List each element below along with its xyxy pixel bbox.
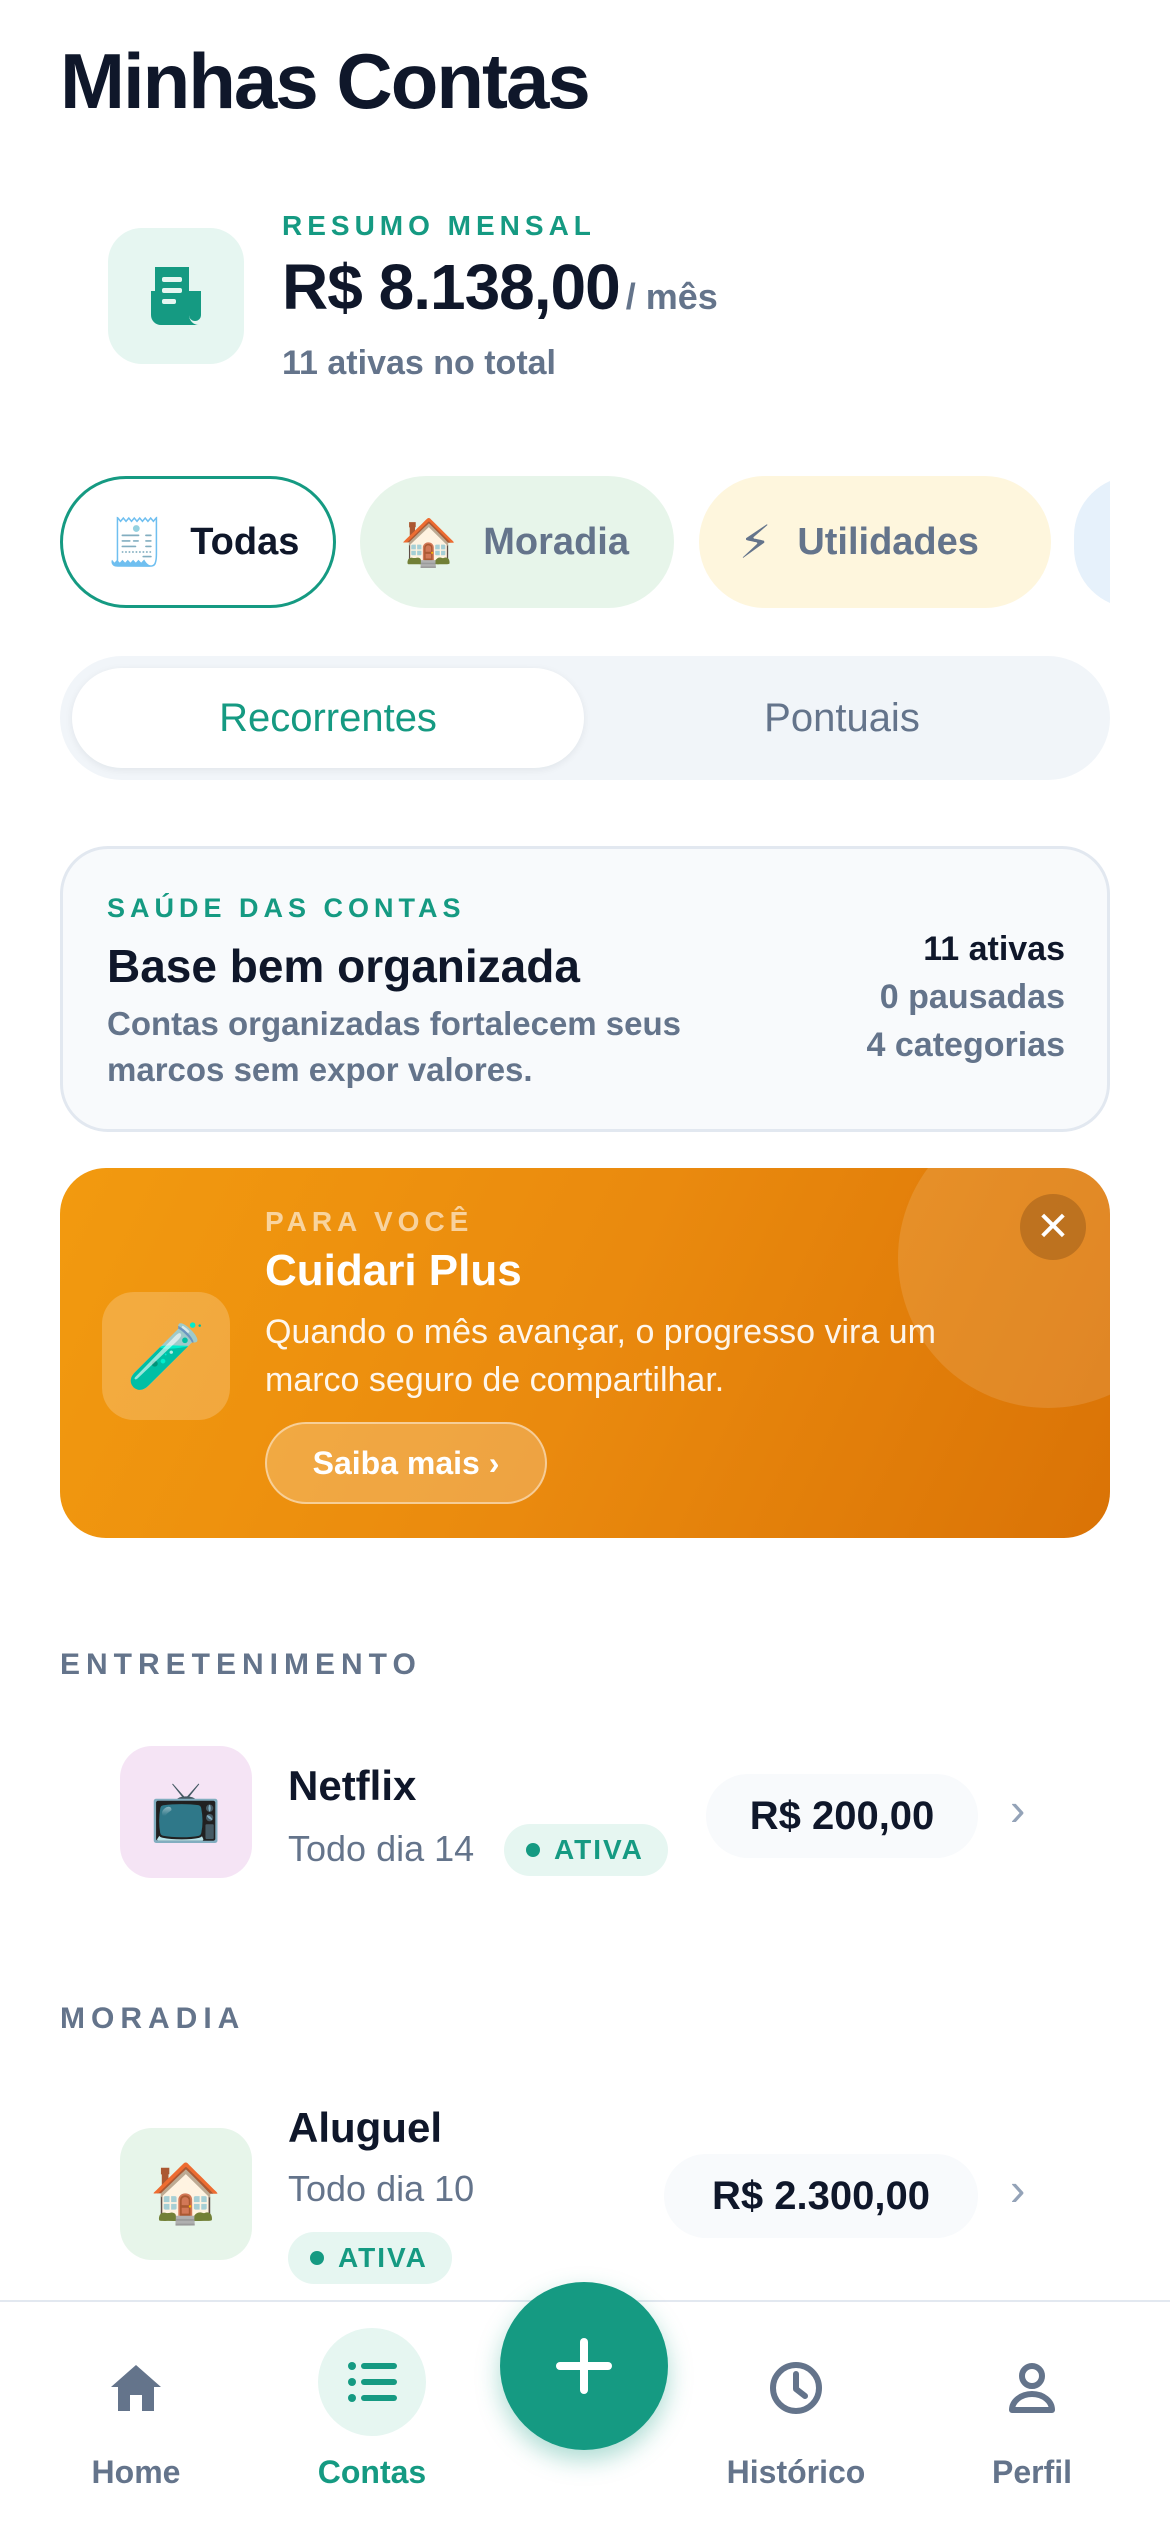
health-card: SAÚDE DAS CONTAS Base bem organizada Con… — [60, 846, 1110, 1132]
promo-banner: ✕ 🧪 PARA VOCÊ Cuidari Plus Quando o mês … — [60, 1168, 1110, 1538]
house-icon: 🏠 — [120, 2128, 252, 2260]
page-title: Minhas Contas — [60, 37, 591, 125]
segment-pontuais[interactable]: Pontuais — [586, 668, 1098, 768]
status-label: ATIVA — [338, 2242, 428, 2273]
bill-amount: R$ 2.300,00 — [664, 2154, 978, 2238]
status-dot-icon — [526, 1843, 540, 1857]
chip-label: Moradia — [483, 520, 629, 563]
chevron-right-icon: › — [1010, 1783, 1026, 1835]
health-title: Base bem organizada — [107, 940, 580, 992]
summary-amount-unit: / mês — [625, 276, 718, 317]
clock-icon — [756, 2348, 836, 2428]
status-label: ATIVA — [554, 1834, 644, 1865]
stat-active: 11 ativas — [923, 930, 1065, 968]
health-description: Contas organizadas fortalecem seus marco… — [107, 1005, 682, 1088]
stat-categories: 4 categorias — [866, 1026, 1065, 1064]
receipt-icon — [108, 228, 244, 364]
tab-perfil[interactable]: Perfil — [942, 2302, 1122, 2534]
chip-utilidades[interactable]: ⚡ Utilidades — [699, 476, 1051, 608]
add-button[interactable] — [500, 2282, 668, 2450]
bill-due: Todo dia 10 — [288, 2168, 475, 2209]
promo-description: Quando o mês avançar, o progresso vira u… — [265, 1313, 936, 1399]
recurrence-segmented-control: Recorrentes Pontuais — [60, 656, 1110, 780]
bill-name: Aluguel — [288, 2104, 442, 2151]
promo-title: Cuidari Plus — [265, 1246, 522, 1295]
summary-label: RESUMO MENSAL — [282, 210, 596, 241]
home-icon — [96, 2348, 176, 2428]
tab-label: Home — [91, 2454, 181, 2490]
summary-amount-value: R$ 8.138,00 — [282, 251, 621, 323]
category-filter: 🧾 Todas 🏠 Moradia ⚡ Utilidades — [60, 476, 1110, 608]
lightning-icon: ⚡ — [739, 516, 772, 568]
person-icon — [992, 2348, 1072, 2428]
status-badge: ATIVA — [288, 2232, 452, 2284]
bill-row-netflix[interactable]: 📺 Netflix Todo dia 14 ATIVA R$ 200,00 › — [60, 1736, 1110, 1896]
section-title-moradia: MORADIA — [60, 2002, 246, 2035]
chip-moradia[interactable]: 🏠 Moradia — [360, 476, 674, 608]
test-tube-icon: 🧪 — [102, 1292, 230, 1420]
chip-more[interactable] — [1074, 476, 1110, 608]
summary-amount: R$ 8.138,00/ mês — [282, 250, 718, 324]
tab-home[interactable]: Home — [46, 2302, 226, 2534]
tab-label: Histórico — [726, 2454, 866, 2490]
section-title-entretenimento: ENTRETENIMENTO — [60, 1648, 422, 1681]
status-badge: ATIVA — [504, 1824, 668, 1876]
health-kicker: SAÚDE DAS CONTAS — [107, 893, 466, 923]
list-icon — [318, 2328, 426, 2436]
learn-more-button[interactable]: Saiba mais › — [265, 1422, 547, 1504]
segment-recorrentes[interactable]: Recorrentes — [72, 668, 584, 768]
close-icon[interactable]: ✕ — [1020, 1194, 1086, 1260]
status-dot-icon — [310, 2251, 324, 2265]
house-icon: 🏠 — [400, 515, 458, 568]
chip-todas[interactable]: 🧾 Todas — [60, 476, 336, 608]
promo-kicker: PARA VOCÊ — [265, 1206, 474, 1237]
tab-label: Perfil — [991, 2454, 1073, 2490]
tab-label: Contas — [317, 2454, 427, 2490]
stat-paused: 0 pausadas — [879, 978, 1065, 1016]
summary-subtitle: 11 ativas no total — [282, 344, 556, 382]
tv-icon: 📺 — [120, 1746, 252, 1878]
chip-label: Utilidades — [797, 520, 979, 563]
bill-amount: R$ 200,00 — [706, 1774, 978, 1858]
tab-contas[interactable]: Contas — [282, 2302, 462, 2534]
bill-row-aluguel[interactable]: 🏠 Aluguel Todo dia 10 ATIVA R$ 2.300,00 … — [60, 2096, 1110, 2286]
plus-icon — [556, 2338, 612, 2394]
receipt-emoji-icon: 🧾 — [107, 515, 165, 568]
tab-historico[interactable]: Histórico — [706, 2302, 886, 2534]
bill-name: Netflix — [288, 1762, 417, 1809]
chip-label: Todas — [190, 520, 300, 563]
health-stats: 11 ativas 0 pausadas 4 categorias — [867, 925, 1065, 1069]
chevron-right-icon: › — [1010, 2163, 1026, 2215]
bill-due: Todo dia 14 — [288, 1828, 475, 1869]
